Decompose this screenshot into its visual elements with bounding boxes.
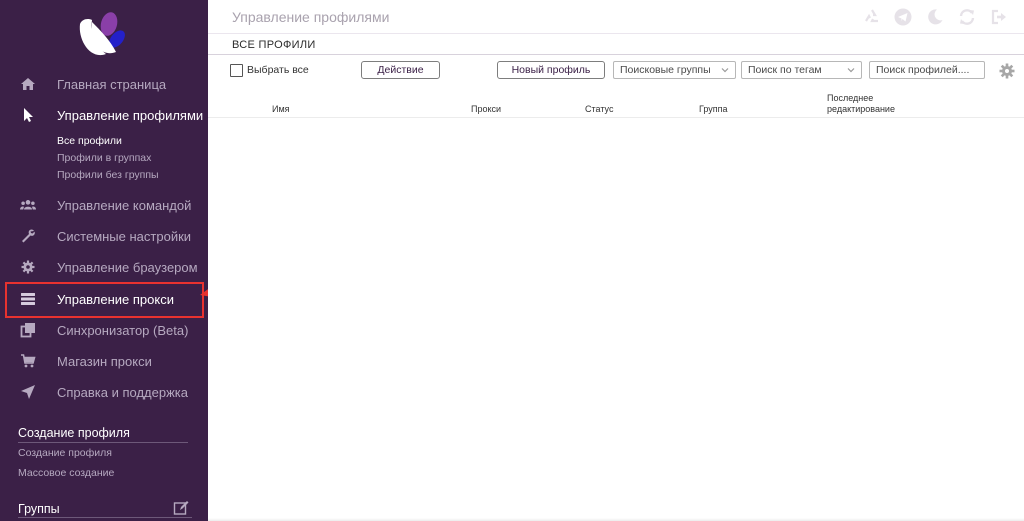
nav-item-help[interactable]: Справка и поддержка — [0, 378, 208, 406]
gear-icon — [20, 259, 36, 275]
column-name[interactable]: Имя — [272, 104, 290, 115]
moon-icon[interactable] — [926, 8, 944, 26]
subnav-all-profiles[interactable]: Все профили — [57, 135, 122, 147]
app-logo[interactable] — [76, 10, 132, 64]
create-section-divider — [18, 442, 188, 443]
wrench-icon — [20, 228, 36, 244]
users-icon — [20, 197, 36, 213]
nav-item-home[interactable]: Главная страница — [0, 70, 208, 98]
create-profile-section-title: Создание профиля — [18, 426, 130, 440]
main-content: Управление профилями ВСЕ ПРОФИЛИ Выбрать… — [208, 0, 1024, 521]
nav-item-system-settings[interactable]: Системные настройки — [0, 222, 208, 250]
nav-label-profiles: Управление профилями — [57, 107, 204, 123]
action-button[interactable]: Действие — [361, 61, 440, 79]
search-groups-dropdown[interactable]: Поисковые группы — [613, 61, 736, 79]
top-bar: Управление профилями — [208, 0, 1024, 34]
column-proxy[interactable]: Прокси — [471, 104, 501, 115]
bulk-create-link[interactable]: Массовое создание — [18, 467, 114, 479]
column-last-edited-line1[interactable]: Последнее — [827, 93, 873, 104]
search-profiles-input[interactable] — [869, 61, 985, 79]
telegram-icon[interactable] — [894, 8, 912, 26]
nav-item-browser[interactable]: Управление браузером — [0, 253, 208, 281]
column-last-edited-line2[interactable]: редактирование — [827, 104, 895, 115]
search-groups-value: Поисковые группы — [620, 64, 711, 76]
recycle-icon[interactable] — [863, 8, 881, 26]
nav-label-help: Справка и поддержка — [57, 384, 188, 400]
paper-plane-icon — [20, 384, 36, 400]
new-profile-button[interactable]: Новый профиль — [497, 61, 605, 79]
subnav-profiles-in-groups[interactable]: Профили в группах — [57, 152, 151, 164]
nav-label-system-settings: Системные настройки — [57, 228, 192, 244]
section-title-all-profiles: ВСЕ ПРОФИЛИ — [232, 39, 316, 51]
nav-item-proxy-shop[interactable]: Магазин прокси — [0, 347, 208, 375]
settings-gear-icon[interactable] — [998, 62, 1016, 80]
nav-item-synchronizer[interactable]: Синхронизатор (Beta) — [0, 316, 208, 344]
column-status[interactable]: Статус — [585, 104, 613, 115]
proxy-highlight-box — [5, 282, 204, 318]
nav-label-team: Управление командой — [57, 197, 192, 213]
home-icon — [20, 76, 36, 92]
groups-divider — [18, 517, 192, 518]
nav-label-proxy-shop: Магазин прокси — [57, 353, 152, 369]
section-header: ВСЕ ПРОФИЛИ — [208, 35, 1024, 55]
logout-icon[interactable] — [990, 8, 1008, 26]
column-group[interactable]: Группа — [699, 104, 728, 115]
refresh-icon[interactable] — [958, 8, 976, 26]
pointer-icon — [20, 107, 36, 123]
groups-section-title: Группы — [18, 502, 60, 516]
sidebar: Главная страница Управление профилями Вс… — [0, 0, 208, 521]
nav-item-team[interactable]: Управление командой — [0, 191, 208, 219]
search-tags-value: Поиск по тегам — [748, 64, 822, 76]
nav-label-home: Главная страница — [57, 76, 167, 92]
select-all-checkbox[interactable] — [230, 64, 243, 77]
cart-icon — [20, 353, 36, 369]
copy-icon — [20, 322, 36, 338]
nav-item-profiles[interactable]: Управление профилями — [0, 101, 208, 129]
chevron-down-icon — [847, 68, 855, 73]
create-profile-link[interactable]: Создание профиля — [18, 447, 112, 459]
nav-label-synchronizer: Синхронизатор (Beta) — [57, 322, 189, 338]
nav-label-browser: Управление браузером — [57, 259, 198, 275]
table-header: Имя Прокси Статус Группа Последнее редак… — [208, 88, 1024, 118]
page-title: Управление профилями — [232, 9, 390, 25]
chevron-down-icon — [721, 68, 729, 73]
edit-groups-icon[interactable] — [173, 500, 189, 516]
search-tags-dropdown[interactable]: Поиск по тегам — [741, 61, 862, 79]
subnav-profiles-without-group[interactable]: Профили без группы — [57, 169, 159, 181]
toolbar: Выбрать все Действие Новый профиль Поиск… — [208, 60, 1024, 82]
select-all-label[interactable]: Выбрать все — [247, 64, 309, 76]
